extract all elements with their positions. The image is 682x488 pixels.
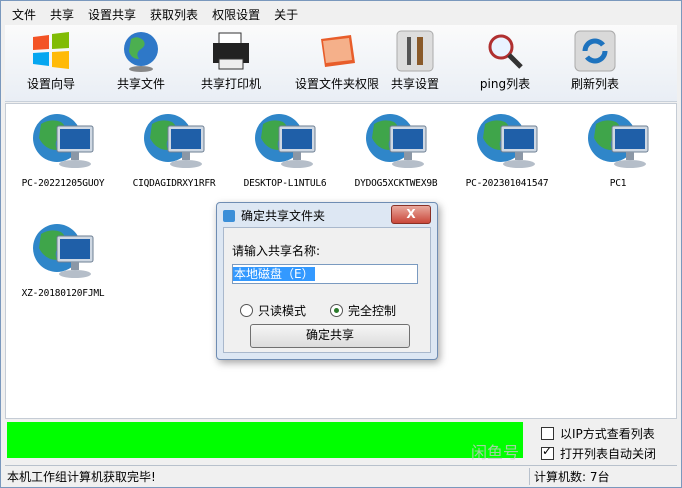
networked-computer-icon <box>144 114 205 168</box>
networked-computer-icon <box>477 114 538 168</box>
share-printer-button[interactable]: 共享打印机 <box>185 29 277 99</box>
readonly-radio-dot[interactable] <box>240 304 253 317</box>
computer-name: XZ-20180120FJML <box>21 288 105 299</box>
networked-computer-icon <box>33 224 94 278</box>
auto-close-label: 打开列表自动关闭 <box>560 447 657 461</box>
toolbar: 设置向导 共享文件 共享打印机 设置文件夹权限 共享设置 ping列表 刷新列表 <box>5 25 677 102</box>
share-name-input[interactable]: 本地磁盘（E） <box>232 264 418 284</box>
full-control-radio[interactable]: 完全控制 <box>330 302 396 319</box>
networked-computer-icon <box>588 114 649 168</box>
ip-view-box[interactable] <box>541 427 554 440</box>
ip-view-label: 以IP方式查看列表 <box>560 427 655 441</box>
menu-bar: 文件 共享 设置共享 获取列表 权限设置 关于 <box>5 4 305 24</box>
share-settings-label: 共享设置 <box>390 77 439 91</box>
computer-item[interactable]: PC1 <box>563 110 673 198</box>
dialog-app-icon <box>223 209 235 222</box>
computer-item[interactable]: CIQDAGIDRXY1RFR <box>119 110 229 198</box>
status-message: 本机工作组计算机获取完毕! <box>7 470 156 484</box>
auto-close-checkbox[interactable]: 打开列表自动关闭 <box>541 444 657 462</box>
share-name-value: 本地磁盘（E） <box>233 267 315 281</box>
computer-item[interactable]: XZ-20180120FJML <box>8 220 118 308</box>
full-control-radio-dot[interactable] <box>330 304 343 317</box>
share-name-prompt: 请输入共享名称: <box>232 244 321 258</box>
close-button[interactable]: X <box>391 205 431 224</box>
progress-bar <box>7 422 523 458</box>
computer-item[interactable]: PC-202301041547 <box>452 110 562 198</box>
networked-computer-icon <box>255 114 316 168</box>
share-file-button[interactable]: 共享文件 <box>95 29 187 99</box>
auto-close-box[interactable] <box>541 444 554 460</box>
refresh-list-button[interactable]: 刷新列表 <box>549 29 641 99</box>
menu-get-list[interactable]: 获取列表 <box>143 4 205 24</box>
refresh-icon <box>574 30 616 72</box>
computer-item[interactable]: PC-20221205GUOY <box>8 110 118 198</box>
folder-icon <box>321 35 355 67</box>
computer-count: 计算机数: 7台 <box>529 468 610 485</box>
tools-icon <box>396 30 434 72</box>
menu-permissions[interactable]: 权限设置 <box>205 4 267 24</box>
menu-file[interactable]: 文件 <box>5 4 43 24</box>
menu-about[interactable]: 关于 <box>267 4 305 24</box>
share-printer-label: 共享打印机 <box>200 77 261 91</box>
networked-computer-icon <box>366 114 427 168</box>
readonly-radio[interactable]: 只读模式 <box>240 302 306 319</box>
computer-name: CIQDAGIDRXY1RFR <box>132 178 216 189</box>
menu-share[interactable]: 共享 <box>43 4 81 24</box>
computer-name: DESKTOP-L1NTUL6 <box>243 178 327 189</box>
share-dialog: 确定共享文件夹 X 请输入共享名称: 本地磁盘（E） 只读模式 完全控制 确定共… <box>216 202 438 360</box>
ping-list-button[interactable]: ping列表 <box>459 29 551 99</box>
watermark: 闲鱼号 <box>471 443 520 462</box>
refresh-list-label: 刷新列表 <box>570 77 619 91</box>
setup-wizard-button[interactable]: 设置向导 <box>5 29 97 99</box>
share-settings-button[interactable]: 共享设置 <box>369 29 461 99</box>
full-control-label: 完全控制 <box>348 304 397 318</box>
networked-computer-icon <box>33 114 94 168</box>
setup-wizard-label: 设置向导 <box>26 77 75 91</box>
printer-icon <box>213 32 249 70</box>
dialog-titlebar: 确定共享文件夹 <box>223 207 325 224</box>
computer-name: PC-20221205GUOY <box>21 178 105 189</box>
computer-item[interactable]: DYDOG5XCKTWEX9B <box>341 110 451 198</box>
windows-logo-icon <box>33 32 69 69</box>
menu-share-settings[interactable]: 设置共享 <box>81 4 143 24</box>
dialog-title: 确定共享文件夹 <box>241 209 326 223</box>
computer-name: DYDOG5XCKTWEX9B <box>354 178 438 189</box>
confirm-share-button[interactable]: 确定共享 <box>250 324 410 348</box>
computer-name: PC1 <box>609 178 627 189</box>
readonly-label: 只读模式 <box>258 304 307 318</box>
ping-list-label: ping列表 <box>479 77 531 91</box>
magnifier-icon <box>488 34 523 69</box>
dialog-body: 请输入共享名称: 本地磁盘（E） 只读模式 完全控制 确定共享 <box>223 227 431 353</box>
status-bar: 本机工作组计算机获取完毕! 计算机数: 7台 <box>5 465 677 486</box>
share-file-label: 共享文件 <box>116 77 165 91</box>
computer-item[interactable]: DESKTOP-L1NTUL6 <box>230 110 340 198</box>
ip-view-checkbox[interactable]: 以IP方式查看列表 <box>541 425 655 442</box>
computer-name: PC-202301041547 <box>465 178 549 189</box>
globe-icon <box>124 32 158 72</box>
